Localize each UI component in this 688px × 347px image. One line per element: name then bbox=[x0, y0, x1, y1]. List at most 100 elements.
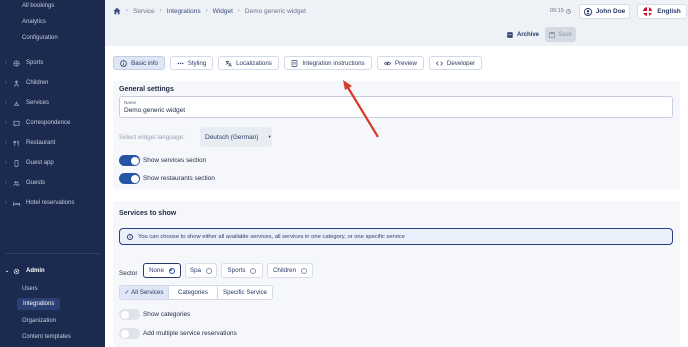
code-icon bbox=[435, 60, 443, 66]
field-label: Name bbox=[124, 100, 137, 105]
sidebar-item-label: Guest app bbox=[26, 160, 54, 166]
sidebar-item-guest-app[interactable]: › Guest app bbox=[5, 157, 101, 169]
toggle-row-categories: Show categories bbox=[119, 309, 190, 320]
services-card: Services to show i You can choose to sho… bbox=[113, 201, 680, 347]
general-settings-card: General settings Name Demo generic widge… bbox=[113, 81, 680, 189]
tab-styling[interactable]: Styling bbox=[170, 56, 213, 70]
restaurant-icon bbox=[11, 139, 21, 147]
sidebar-item-label: Hotel reservations bbox=[26, 200, 75, 206]
widget-language-select[interactable]: Deutsch (German) ▾ bbox=[200, 127, 272, 147]
info-text: You can choose to show either all availa… bbox=[138, 233, 405, 240]
widget-language-label: Select widget language: bbox=[119, 134, 185, 141]
user-icon bbox=[583, 7, 592, 16]
toggle-row-multiple: Add multiple service reservations bbox=[119, 328, 237, 339]
tab-label: Basic info bbox=[131, 59, 158, 67]
gear-icon bbox=[11, 267, 21, 275]
sector-option-none[interactable]: None bbox=[143, 263, 181, 278]
time-text: 09:15 bbox=[550, 8, 564, 14]
document-icon bbox=[292, 59, 298, 67]
sidebar-item-children[interactable]: › Children bbox=[5, 77, 101, 89]
tab-integration-instructions[interactable]: Integration instructions bbox=[284, 56, 372, 70]
home-icon[interactable] bbox=[113, 7, 121, 15]
tab-developer[interactable]: Developer bbox=[429, 56, 482, 70]
sidebar-subitem-integrations[interactable]: Integrations bbox=[17, 298, 61, 310]
main-content: Basic info Styling Localizations Integra… bbox=[105, 46, 688, 347]
breadcrumb-integrations[interactable]: Integrations bbox=[167, 8, 201, 15]
sidebar-item-hotel-reservations[interactable]: › Hotel reservations bbox=[5, 197, 101, 209]
chevron-right-icon: › bbox=[126, 8, 128, 14]
sidebar-item-label: Sports bbox=[26, 60, 44, 66]
sidebar-item-label: Restaurant bbox=[26, 140, 56, 146]
sidebar-item-restaurant[interactable]: › Restaurant bbox=[5, 137, 101, 149]
save-button[interactable]: Save bbox=[545, 27, 576, 42]
sidebar-item-label: Children bbox=[26, 80, 49, 86]
sector-option-children[interactable]: Children bbox=[267, 263, 313, 278]
top-bar: › Service › Integrations › Widget › Demo… bbox=[105, 0, 688, 24]
sidebar-subitem-organization[interactable]: Organization bbox=[22, 318, 56, 324]
multiple-reservations-toggle[interactable] bbox=[119, 328, 140, 339]
sidebar-subitem-content-templates[interactable]: Content templates bbox=[22, 334, 71, 340]
radio-label: Spa bbox=[189, 267, 201, 274]
sidebar-item-services[interactable]: › Services bbox=[5, 97, 101, 109]
chevron-right-icon: › bbox=[159, 8, 162, 14]
user-menu-button[interactable]: John Doe bbox=[579, 4, 630, 19]
phone-icon bbox=[11, 159, 21, 167]
scope-all-services[interactable]: ✓ All Services bbox=[120, 286, 169, 299]
breadcrumb-current: Demo generic widget bbox=[244, 7, 306, 15]
chevron-right-icon: › bbox=[205, 8, 208, 14]
toggle-row-services: Show services section bbox=[119, 155, 206, 166]
tab-label: Localizations bbox=[236, 59, 272, 67]
radio-selected-icon bbox=[168, 267, 175, 274]
clock: 09:15 bbox=[550, 8, 571, 14]
services-section-toggle[interactable] bbox=[119, 155, 140, 166]
sidebar-item-correspondence[interactable]: › Correspondence bbox=[5, 117, 101, 129]
language-button[interactable]: English bbox=[637, 4, 687, 19]
sidebar-item-label: Guests bbox=[26, 180, 46, 186]
show-categories-toggle[interactable] bbox=[119, 309, 140, 320]
services-icon bbox=[11, 99, 21, 107]
tab-label: Integration instructions bbox=[302, 59, 365, 67]
tab-basic-info[interactable]: Basic info bbox=[113, 56, 165, 70]
radio-label: Children bbox=[272, 267, 297, 274]
archive-icon bbox=[507, 32, 513, 38]
sidebar-subitem-configuration[interactable]: Configuration bbox=[22, 35, 58, 41]
sidebar-item-label: Correspondence bbox=[26, 120, 71, 126]
scope-categories[interactable]: Categories bbox=[169, 286, 218, 299]
tab-label: Styling bbox=[187, 59, 207, 67]
sidebar-item-label: Admin bbox=[26, 268, 45, 274]
sidebar-subitem-analytics[interactable]: Analytics bbox=[22, 19, 46, 25]
radio-label: Sports bbox=[227, 267, 246, 274]
sidebar-item-admin[interactable]: ⌄ Admin bbox=[5, 265, 101, 277]
breadcrumb-service[interactable]: Service bbox=[133, 8, 155, 15]
sector-label: Sector bbox=[119, 270, 138, 277]
caret-down-icon: ▾ bbox=[268, 134, 271, 139]
sidebar: All bookings Analytics Configuration › S… bbox=[0, 0, 105, 347]
toggle-label: Show services section bbox=[143, 157, 207, 164]
restaurants-section-toggle[interactable] bbox=[119, 173, 140, 184]
sidebar-item-label: Services bbox=[26, 100, 50, 106]
sector-option-sports[interactable]: Sports bbox=[221, 263, 263, 278]
name-field[interactable]: Name Demo generic widget bbox=[119, 96, 673, 118]
tab-localizations[interactable]: Localizations bbox=[218, 56, 279, 70]
scope-specific-service[interactable]: Specific Service bbox=[218, 286, 272, 299]
bed-icon bbox=[11, 199, 21, 207]
children-icon bbox=[11, 79, 21, 87]
sidebar-item-sports[interactable]: › Sports bbox=[5, 57, 101, 69]
toggle-label: Show restaurants section bbox=[143, 175, 215, 182]
sidebar-item-guests[interactable]: › Guests bbox=[5, 177, 101, 189]
clock-icon bbox=[565, 8, 571, 14]
sidebar-subitem-users[interactable]: Users bbox=[22, 286, 38, 292]
sidebar-subitem-all-bookings[interactable]: All bookings bbox=[22, 3, 54, 9]
tab-label: Developer bbox=[446, 59, 476, 67]
archive-button[interactable]: Archive bbox=[507, 30, 539, 40]
toggle-row-restaurants: Show restaurants section bbox=[119, 173, 215, 184]
breadcrumb-widget[interactable]: Widget bbox=[213, 8, 233, 15]
user-name: John Doe bbox=[595, 8, 626, 15]
save-icon bbox=[549, 31, 556, 38]
sector-option-spa[interactable]: Spa bbox=[185, 263, 217, 278]
tab-preview[interactable]: Preview bbox=[377, 56, 424, 70]
radio-empty-icon bbox=[301, 267, 308, 274]
section-title: General settings bbox=[119, 86, 174, 93]
info-icon bbox=[120, 59, 127, 67]
service-scope-toggle: ✓ All Services Categories Specific Servi… bbox=[119, 285, 273, 300]
